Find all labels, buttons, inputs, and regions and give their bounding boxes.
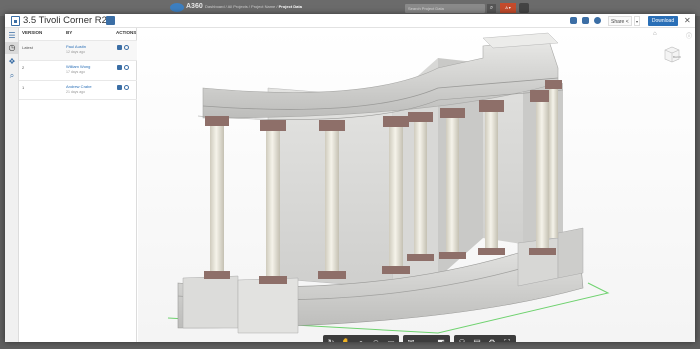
version-number: 2 [22,65,25,70]
file-viewer-modal: 3.5 Tivoli Corner R2... Share < ▾ Downlo… [5,14,695,342]
version-number: Latest [22,45,33,50]
version-time: 17 days ago [66,70,86,74]
measure-icon[interactable]: ↔ [421,338,431,342]
page-title: 3.5 Tivoli Corner R2... [23,15,115,26]
zoom-icon[interactable]: ⌕ [356,338,366,342]
camera-icon[interactable]: ▭ [386,338,396,342]
share-menu-caret[interactable]: ▾ [634,16,640,26]
version-history-panel: VERSION BY ACTIONS Latest Paul Austin 12… [19,28,137,342]
history-icon[interactable]: ◷ [5,42,19,54]
navigation-tools: ↻ ✋ ⌕ ☺ ▭ [323,335,399,342]
version-author[interactable]: Paul Austin [66,44,86,49]
search-icon[interactable]: ⌕ [8,72,16,80]
column-header-by: BY [66,30,73,35]
column-header-actions: ACTIONS [116,30,137,35]
first-person-icon[interactable]: ☺ [371,338,381,342]
fullscreen-icon[interactable]: ⛶ [502,338,512,342]
orbit-icon[interactable]: ↻ [326,338,336,342]
search-icon[interactable]: ⌕ [487,4,496,13]
breadcrumb[interactable]: Dashboard / All Projects / Project Name … [205,4,302,9]
viewer-header: 3.5 Tivoli Corner R2... Share < ▾ Downlo… [5,14,695,28]
settings-icon[interactable]: ⚙ [487,338,497,342]
settings-tools: ⚇ ▤ ⚙ ⛶ [454,335,516,342]
properties-icon[interactable]: ☰ [8,32,16,40]
layers-icon[interactable]: ❖ [8,58,16,66]
viewcube-icon[interactable]: BACK [662,44,682,64]
comment-icon[interactable]: ✉ [406,338,416,342]
3d-viewer-canvas[interactable]: ⌂ ⓘ BACK ↻ ✋ ⌕ ☺ ▭ ✉ ↔ ◩ ⚇ ▤ ⚙ [138,28,695,342]
download-version-icon[interactable] [117,85,122,90]
download-version-icon[interactable] [117,45,122,50]
tivoli-model-render[interactable] [138,28,695,342]
view-version-icon[interactable] [124,45,129,50]
breadcrumb-path[interactable]: Dashboard / All Projects / Project Name … [205,4,277,9]
close-icon[interactable]: ✕ [684,16,691,26]
version-author[interactable]: William Wong [66,64,90,69]
version-number: 1 [22,85,25,90]
home-icon[interactable]: ⌂ [653,31,657,37]
pan-icon[interactable]: ✋ [341,338,351,342]
version-time: 12 days ago [66,50,86,54]
version-author[interactable]: Andrew Crabe [66,84,92,89]
column-header-version: VERSION [22,30,43,35]
table-row[interactable]: 1 Andrew Crabe 21 days ago [19,80,137,100]
upload-icon[interactable] [570,17,577,24]
edit-name-icon[interactable] [106,16,115,25]
model-browser-icon[interactable]: ⚇ [457,338,467,342]
table-row[interactable]: Latest Paul Austin 12 days ago [19,40,137,60]
view-version-icon[interactable] [124,85,129,90]
section-icon[interactable]: ◩ [436,338,446,342]
markup-tools: ✉ ↔ ◩ [403,335,450,342]
share-icon: < [625,19,629,25]
tag-icon[interactable] [582,17,589,24]
breadcrumb-current: Project Data [278,4,302,9]
download-version-icon[interactable] [117,65,122,70]
share-button[interactable]: Share < [608,16,632,26]
viewcube-face-label: BACK [673,55,681,59]
info-icon[interactable]: ⓘ [686,31,692,40]
account-menu-button[interactable]: A ▾ [500,3,516,13]
brand-name: A360 [186,3,203,10]
view-version-icon[interactable] [124,65,129,70]
a360-logo-icon[interactable] [170,3,184,12]
version-time: 21 days ago [66,90,86,94]
share-label: Share [611,19,625,25]
side-rail: ☰ ◷ ❖ ⌕ [5,28,19,342]
properties-icon[interactable]: ▤ [472,338,482,342]
download-button[interactable]: Download [648,16,678,26]
info-icon[interactable] [594,17,601,24]
table-row[interactable]: 2 William Wong 17 days ago [19,60,137,80]
avatar[interactable] [519,3,529,13]
file-icon [11,16,20,26]
search-input[interactable]: Search Project Data [405,4,485,13]
